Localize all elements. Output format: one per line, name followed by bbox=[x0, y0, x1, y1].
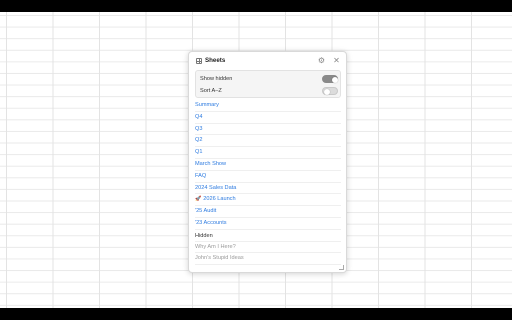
sheet-item-25-audit[interactable]: '25 Audit bbox=[195, 206, 341, 218]
sheet-item-summary[interactable]: Summary bbox=[195, 100, 341, 112]
sheet-label: March Show bbox=[195, 160, 227, 167]
sheet-item-q2[interactable]: Q2 bbox=[195, 135, 341, 148]
sheet-item-faq[interactable]: FAQ bbox=[195, 171, 341, 183]
sheet-list: Summary Q4 Q3 Q2 Q1 March Show FAQ 2024 … bbox=[195, 100, 341, 266]
sort-az-row: Sort A–Z bbox=[196, 85, 340, 97]
sheet-item-23-accounts[interactable]: '23 Accounts bbox=[195, 218, 341, 230]
close-icon[interactable]: ✕ bbox=[332, 56, 341, 65]
sheet-label: John's Stupid Ideas bbox=[195, 255, 244, 262]
hidden-section-title: Hidden bbox=[195, 230, 341, 242]
sheet-label: Q4 bbox=[195, 113, 203, 120]
panel-title: Sheets bbox=[205, 57, 226, 64]
toggle-knob bbox=[331, 76, 338, 83]
sheet-label: Summary bbox=[195, 102, 219, 108]
resize-handle[interactable] bbox=[339, 265, 344, 270]
sheet-label: Q1 bbox=[195, 149, 203, 156]
hidden-sheet-item-johns-stupid-ideas[interactable]: John's Stupid Ideas bbox=[195, 253, 341, 266]
sort-az-label: Sort A–Z bbox=[200, 88, 222, 94]
sheets-icon bbox=[196, 58, 202, 64]
sheet-label: 2026 Launch bbox=[203, 196, 236, 203]
sheet-label: '23 Accounts bbox=[195, 219, 227, 226]
options-box: Show hidden Sort A–Z bbox=[195, 70, 341, 98]
sheets-panel: Sheets ⚙ ✕ Show hidden Sort A–Z Summary … bbox=[188, 51, 347, 273]
show-hidden-toggle[interactable] bbox=[322, 75, 338, 83]
gear-icon[interactable]: ⚙ bbox=[317, 56, 326, 65]
sheet-item-q4[interactable]: Q4 bbox=[195, 112, 341, 124]
show-hidden-label: Show hidden bbox=[200, 76, 233, 82]
sort-az-toggle[interactable] bbox=[322, 87, 338, 95]
sheet-item-q1[interactable]: Q1 bbox=[195, 147, 341, 159]
sheet-label: '25 Audit bbox=[195, 208, 217, 215]
sheet-label: FAQ bbox=[195, 172, 207, 179]
panel-header: Sheets ⚙ ✕ bbox=[189, 52, 346, 70]
show-hidden-row: Show hidden bbox=[196, 73, 340, 85]
sheet-item-2024-sales-data[interactable]: 2024 Sales Data bbox=[195, 183, 341, 195]
hidden-sheet-item-why-am-i-here[interactable]: Why Am I Here? bbox=[195, 242, 341, 254]
sheet-item-q3[interactable]: Q3 bbox=[195, 124, 341, 136]
sheet-item-march-show[interactable]: March Show bbox=[195, 159, 341, 171]
toggle-knob bbox=[323, 88, 330, 95]
sheet-label: Q3 bbox=[195, 125, 203, 132]
sheet-label: Q2 bbox=[195, 137, 203, 144]
rocket-icon: 🚀 bbox=[195, 196, 202, 203]
sheet-label: Why Am I Here? bbox=[195, 243, 236, 250]
sheet-label: 2024 Sales Data bbox=[195, 184, 237, 191]
sheet-item-2026-launch[interactable]: 🚀 2026 Launch bbox=[195, 194, 341, 207]
